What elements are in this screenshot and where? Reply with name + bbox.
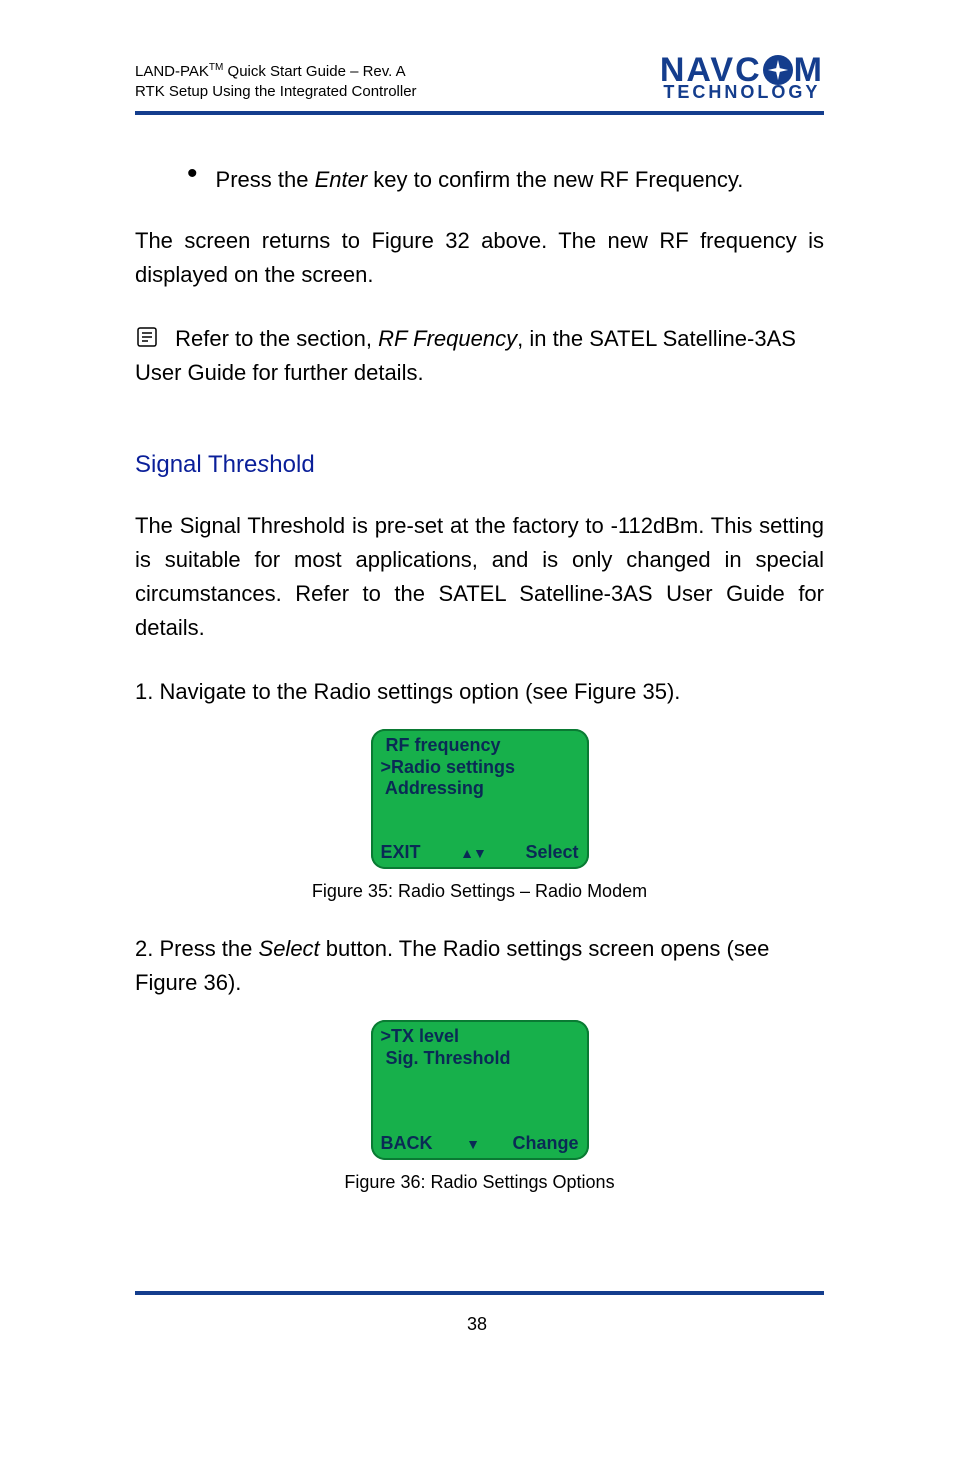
note-text-a: Refer to the section, (175, 326, 378, 351)
doc-title: LAND-PAKTM Quick Start Guide – Rev. A RT… (135, 55, 417, 103)
screen2-spacer (381, 1069, 579, 1087)
step-2: 2. Press the Select button. The Radio se… (135, 932, 824, 1000)
bullet-text-a: Press the (216, 167, 315, 192)
brand-logo: NAVC M TECHNOLOGY (660, 55, 824, 100)
enter-key-label: Enter (315, 167, 368, 192)
screen1-line3: Addressing (381, 778, 579, 800)
bullet-text: Press the Enter key to confirm the new R… (216, 165, 744, 195)
paragraph-return: The screen returns to Figure 32 above. T… (135, 224, 824, 292)
screen2-line1: >TX level (381, 1026, 579, 1048)
screen1-line2: >Radio settings (381, 757, 579, 779)
radio-modem-screen-2: >TX level Sig. Threshold BACK ▼ Change (371, 1020, 589, 1160)
nav-up-down-icon[interactable]: ▲▼ (460, 845, 486, 861)
step2-text-a: 2. Press the (135, 936, 259, 961)
softkey-back[interactable]: BACK (381, 1133, 433, 1154)
radio-modem-screen-1: RF frequency >Radio settings Addressing … (371, 729, 589, 869)
softkey-exit[interactable]: EXIT (381, 842, 421, 863)
softkey-change[interactable]: Change (512, 1133, 578, 1154)
paragraph-threshold: The Signal Threshold is pre-set at the f… (135, 509, 824, 645)
compass-star-icon (763, 55, 793, 85)
footer-rule (135, 1291, 824, 1295)
logo-text-right: M (794, 55, 824, 86)
page-number: 38 (0, 1314, 954, 1335)
note-line: Refer to the section, RF Frequency, in t… (135, 322, 824, 390)
screen2-line2: Sig. Threshold (381, 1048, 579, 1070)
logo-text-left: NAVC (660, 55, 762, 86)
nav-down-icon[interactable]: ▼ (466, 1136, 479, 1152)
figure-35-caption: Figure 35: Radio Settings – Radio Modem (135, 881, 824, 902)
doc-title-line2: RTK Setup Using the Integrated Controlle… (135, 83, 417, 100)
select-button-label: Select (259, 936, 320, 961)
screen1-line1: RF frequency (381, 735, 579, 757)
figure-36-caption: Figure 36: Radio Settings Options (135, 1172, 824, 1193)
header-rule (135, 111, 824, 115)
section-heading-signal-threshold: Signal Threshold (135, 451, 824, 479)
doc-title-line1: LAND-PAKTM Quick Start Guide – Rev. A (135, 63, 406, 80)
softkey-select[interactable]: Select (525, 842, 578, 863)
bullet-icon: • (187, 165, 198, 183)
bullet-text-b: key to confirm the new RF Frequency. (367, 167, 743, 192)
step-1: 1. Navigate to the Radio settings option… (135, 675, 824, 709)
note-emphasis: RF Frequency (378, 326, 517, 351)
logo-subtext: TECHNOLOGY (663, 84, 820, 100)
note-icon (135, 325, 159, 349)
